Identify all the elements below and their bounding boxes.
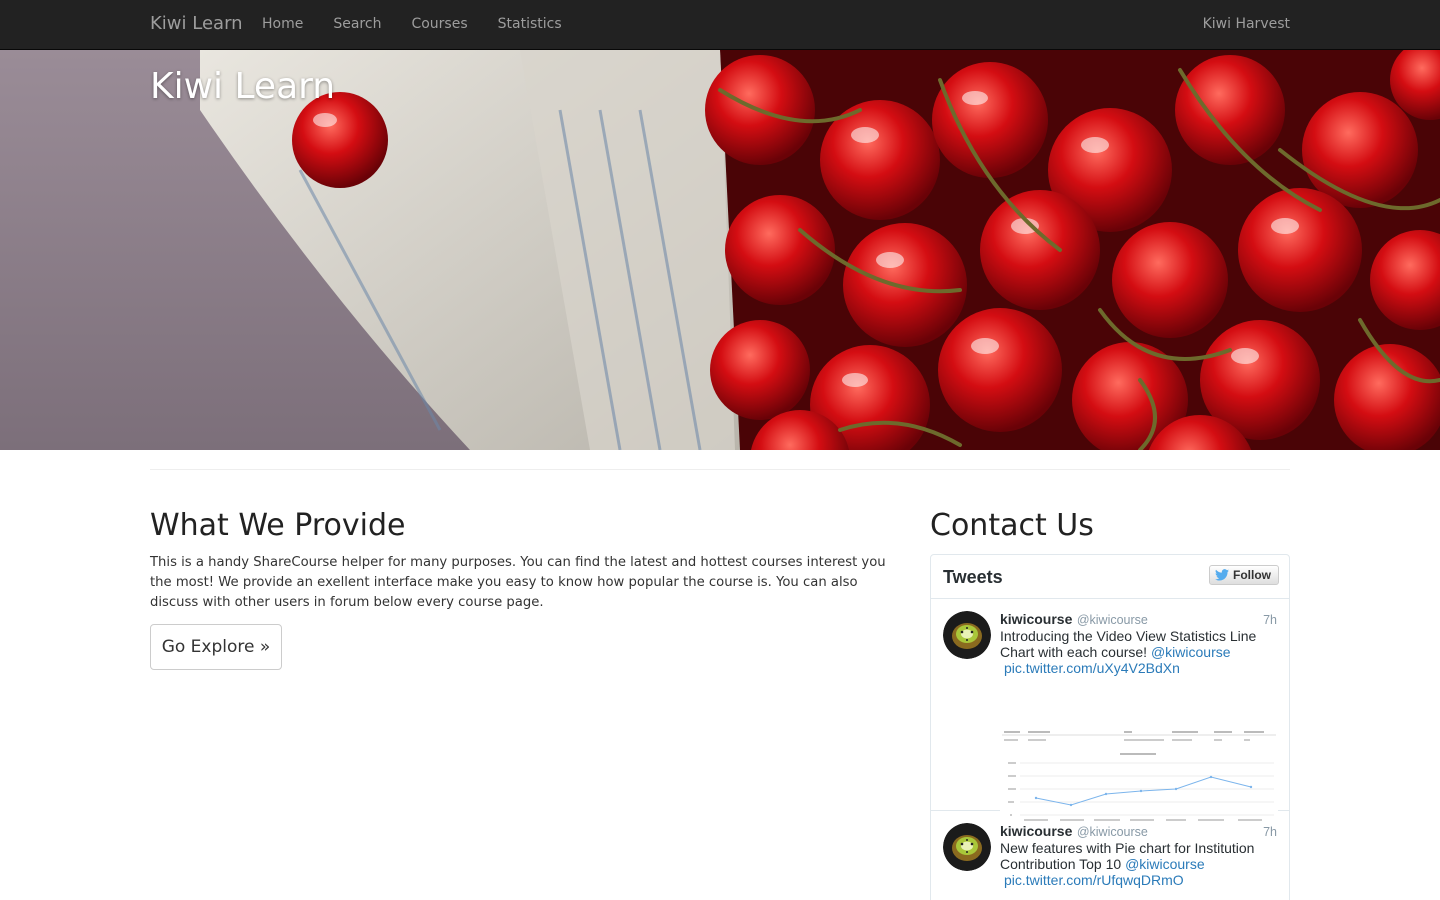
tweet-text: New features with Pie chart for Institut… xyxy=(1000,840,1278,888)
tweet-media-preview[interactable] xyxy=(1000,725,1278,825)
contact-us-heading: Contact Us xyxy=(930,508,1094,543)
nav-item-search: Search xyxy=(318,0,396,50)
tweet-item: kiwicourse @kiwicourse 7h New features w… xyxy=(931,811,1289,900)
nav-link-home[interactable]: Home xyxy=(247,0,318,48)
tweet-author-handle[interactable]: @kiwicourse xyxy=(1077,825,1148,839)
tweet-timestamp[interactable]: 7h xyxy=(1263,825,1277,839)
top-navbar: Kiwi Learn Home Search Courses Statistic… xyxy=(0,0,1440,50)
main-nav: Home Search Courses Statistics xyxy=(247,0,577,50)
tweet-author-handle[interactable]: @kiwicourse xyxy=(1077,613,1148,627)
hero-background-image xyxy=(0,50,1440,450)
nav-link-search[interactable]: Search xyxy=(318,0,396,48)
twitter-timeline-widget: Tweets Follow kiwicourse @kiwicourse 7h … xyxy=(930,554,1290,900)
section-divider xyxy=(150,469,1290,470)
go-explore-button[interactable]: Go Explore » xyxy=(150,624,282,670)
kiwi-avatar-icon[interactable] xyxy=(943,823,991,871)
tweet-author[interactable]: kiwicourse @kiwicourse xyxy=(1000,611,1148,629)
tweet-text: Introducing the Video View Statistics Li… xyxy=(1000,628,1278,676)
tweet-author-name[interactable]: kiwicourse xyxy=(1000,611,1072,627)
nav-link-kiwi-harvest[interactable]: Kiwi Harvest xyxy=(1203,0,1290,48)
nav-link-courses[interactable]: Courses xyxy=(396,0,482,48)
tweet-pic-link[interactable]: pic.twitter.com/rUfqwqDRmO xyxy=(1000,872,1278,888)
follow-button-label: Follow xyxy=(1233,568,1271,582)
what-we-provide-heading: What We Provide xyxy=(150,508,406,543)
what-we-provide-text: This is a handy ShareCourse helper for m… xyxy=(150,555,886,610)
nav-link-statistics[interactable]: Statistics xyxy=(483,0,577,48)
tweets-header: Tweets Follow xyxy=(931,555,1289,599)
hero-title: Kiwi Learn xyxy=(150,66,336,107)
brand-link[interactable]: Kiwi Learn xyxy=(150,13,243,34)
tweet-author-name[interactable]: kiwicourse xyxy=(1000,823,1072,839)
twitter-bird-icon xyxy=(1215,569,1229,581)
kiwi-avatar-icon[interactable] xyxy=(943,611,991,659)
tweet-timestamp[interactable]: 7h xyxy=(1263,613,1277,627)
tweet-pic-link[interactable]: pic.twitter.com/uXy4V2BdXn xyxy=(1000,660,1278,676)
nav-item-home: Home xyxy=(247,0,318,50)
tweet-item: kiwicourse @kiwicourse 7h Introducing th… xyxy=(931,599,1289,825)
follow-button[interactable]: Follow xyxy=(1209,565,1279,585)
nav-item-courses: Courses xyxy=(396,0,482,50)
tweet-author[interactable]: kiwicourse @kiwicourse xyxy=(1000,823,1148,841)
tweets-title: Tweets xyxy=(943,567,1003,587)
hero-banner: Kiwi Learn xyxy=(0,50,1440,450)
nav-item-statistics: Statistics xyxy=(483,0,577,50)
tweet-mention-link[interactable]: @kiwicourse xyxy=(1151,644,1231,660)
tweet-mention-link[interactable]: @kiwicourse xyxy=(1125,856,1205,872)
